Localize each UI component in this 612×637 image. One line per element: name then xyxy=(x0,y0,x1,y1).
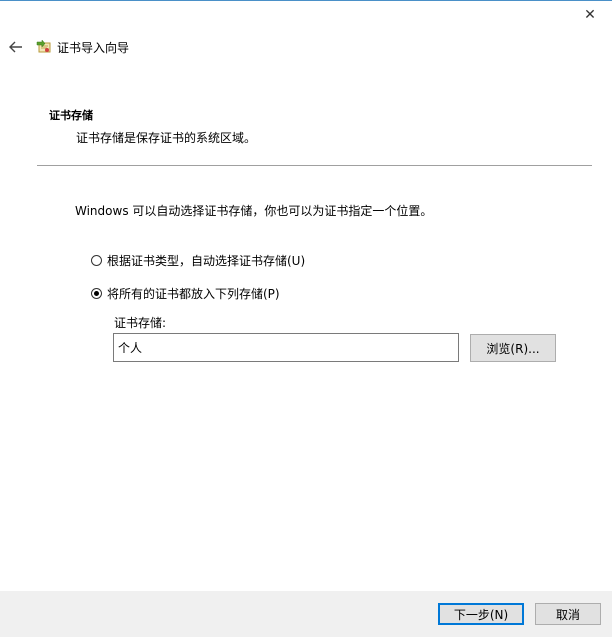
radio-label-auto: 根据证书类型，自动选择证书存储(U) xyxy=(107,254,306,268)
certificate-wizard-icon xyxy=(36,39,51,53)
back-button[interactable] xyxy=(6,37,26,57)
section-description: 证书存储是保存证书的系统区域。 xyxy=(76,131,257,145)
radio-button-checked[interactable] xyxy=(91,288,102,299)
radio-auto-select-store[interactable]: 根据证书类型，自动选择证书存储(U) xyxy=(91,252,305,269)
section-title: 证书存储 xyxy=(49,109,93,122)
header-divider xyxy=(37,165,592,166)
certificate-import-wizard-window: ✕ 证书导入向导 证书存储 证书存储是保存证书的系统区域。 Windows 可以… xyxy=(0,0,612,637)
certificate-store-label: 证书存储: xyxy=(114,316,167,330)
cancel-button[interactable]: 取消 xyxy=(535,603,601,625)
next-button[interactable]: 下一步(N) xyxy=(438,603,524,625)
radio-label-place: 将所有的证书都放入下列存储(P) xyxy=(107,287,280,301)
browse-button[interactable]: 浏览(R)... xyxy=(470,334,556,362)
close-icon: ✕ xyxy=(584,7,596,23)
wizard-title: 证书导入向导 xyxy=(57,41,130,55)
close-button[interactable]: ✕ xyxy=(576,4,604,26)
certificate-store-input[interactable] xyxy=(113,333,459,362)
intro-text: Windows 可以自动选择证书存储，你也可以为证书指定一个位置。 xyxy=(75,204,433,218)
back-arrow-icon xyxy=(9,41,22,53)
radio-button-unchecked[interactable] xyxy=(91,255,102,266)
radio-place-in-store[interactable]: 将所有的证书都放入下列存储(P) xyxy=(91,285,280,302)
